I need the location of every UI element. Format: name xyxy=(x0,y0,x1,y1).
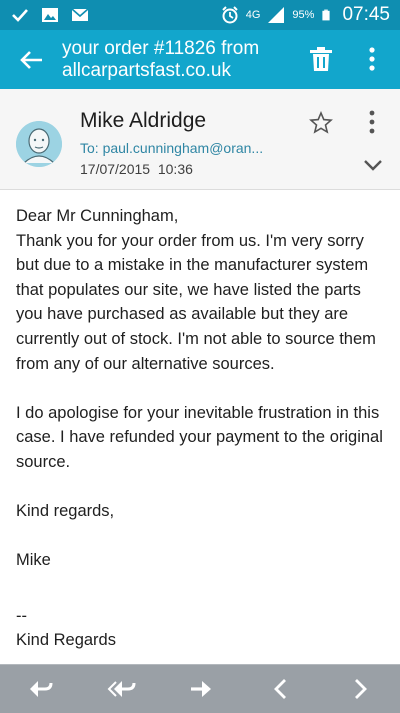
check-icon xyxy=(12,9,28,22)
forward-icon[interactable] xyxy=(187,675,215,703)
network-type: 4G xyxy=(245,9,261,21)
sender-name: Mike Aldridge xyxy=(80,109,207,132)
signature-text: Kind Regards xyxy=(16,631,116,650)
signer-name: Mike xyxy=(16,551,51,570)
bottom-toolbar xyxy=(0,664,400,713)
closing: Kind regards, xyxy=(16,502,115,521)
star-icon[interactable] xyxy=(309,111,333,135)
email-subject: your order #11826 from allcarpartsfast.c… xyxy=(62,38,260,81)
battery-icon xyxy=(322,9,331,21)
avatar-icon[interactable] xyxy=(16,121,62,167)
next-icon[interactable] xyxy=(346,675,374,703)
reply-all-icon[interactable] xyxy=(107,675,137,703)
email-body: Dear Mr Cunningham, Thank you for your o… xyxy=(16,204,388,653)
signature-separator: -- xyxy=(16,606,27,625)
overflow-menu-icon[interactable] xyxy=(360,44,384,74)
header-divider xyxy=(0,189,400,190)
signal-icon xyxy=(268,7,285,23)
overflow-menu-icon[interactable] xyxy=(362,109,382,135)
status-bar: 4G 95% 07:45 xyxy=(0,0,400,30)
battery-percent: 95% xyxy=(292,9,315,21)
app-bar: your order #11826 from allcarpartsfast.c… xyxy=(0,30,400,89)
timestamp: 17/07/2015 10:36 xyxy=(80,161,193,177)
alarm-icon xyxy=(222,6,238,24)
message-header: Mike Aldridge To: paul.cunningham@oran..… xyxy=(0,89,400,190)
recipient-line[interactable]: To: paul.cunningham@oran... xyxy=(80,140,263,156)
body-paragraph-2: I do apologise for your inevitable frust… xyxy=(16,403,383,471)
chevron-down-icon[interactable] xyxy=(361,156,385,174)
trash-icon[interactable] xyxy=(306,44,336,74)
clock: 07:45 xyxy=(342,4,390,25)
body-paragraph-1: Thank you for your order from us. I'm ve… xyxy=(16,231,376,373)
reply-icon[interactable] xyxy=(27,675,55,703)
back-arrow-icon[interactable] xyxy=(18,46,46,74)
mail-icon xyxy=(71,8,89,21)
greeting: Dear Mr Cunningham, xyxy=(16,207,179,225)
image-icon xyxy=(42,8,58,22)
time: 10:36 xyxy=(157,161,193,177)
previous-icon[interactable] xyxy=(267,675,295,703)
date: 17/07/2015 xyxy=(80,161,151,177)
